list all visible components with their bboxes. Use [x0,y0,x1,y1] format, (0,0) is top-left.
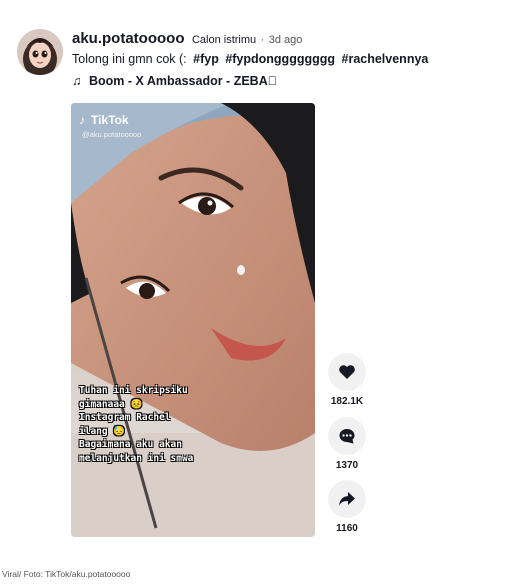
caption-text: Tolong ini gmn cok (: [72,52,187,66]
tiktok-note-icon: ♪ [79,113,85,127]
like-count: 182.1K [330,396,364,407]
hashtag-link[interactable]: #fypdongggggggg [225,52,335,66]
post-header: aku.potatooooo Calon istrimu · 3d ago [72,30,302,48]
photo-credit: Viral/ Foto: TikTok/aku.potatooooo [2,569,131,579]
overlay-line: Tuhan ini skripsiku [79,385,188,396]
tiktok-logo: ♪ TikTok [79,113,129,127]
overlay-line: Bagaimana aku akan [79,439,182,450]
comment-count: 1370 [335,460,359,471]
comment-action: 1370 [327,417,367,471]
username-link[interactable]: aku.potatooooo [72,30,185,47]
video-player[interactable]: ♪ TikTok @aku.potatooooo Tuhan ini skrips… [71,103,315,537]
video-overlay-text: Tuhan ini skripsiku gimanaaa 😣 Instagram… [79,384,254,465]
overlay-line: gimanaaa 😣 [79,398,143,410]
comment-button[interactable] [328,417,366,455]
music-note-icon: ♫ [72,74,82,88]
post-time: 3d ago [268,34,303,46]
separator-dot: · [260,34,265,46]
share-count: 1160 [336,523,358,534]
hashtag-link[interactable]: #fyp [193,52,219,66]
music-title: Boom - X Ambassador - ZEBA  [89,74,278,88]
avatar[interactable] [17,29,63,75]
nickname: Calon istrimu [191,34,257,46]
heart-icon [339,365,355,379]
share-button[interactable] [328,480,366,518]
tiktok-logo-text: TikTok [91,113,129,127]
video-frame [71,103,315,537]
video-watermark-handle: @aku.potatooooo [82,130,142,139]
post-caption: Tolong ini gmn cok (: #fyp #fypdongggggg… [72,52,428,66]
like-button[interactable] [328,353,366,391]
like-action: 182.1K [327,353,367,407]
overlay-line: ilang 😓 [79,425,126,437]
avatar-image [17,29,63,75]
hashtag-link[interactable]: #rachelvennya [342,52,429,66]
overlay-line: melanjutkan ini smwa [79,452,194,464]
music-link[interactable]: ♫ Boom - X Ambassador - ZEBA  [72,74,277,88]
share-action: 1160 [327,480,367,534]
share-icon [339,492,355,506]
comment-icon [339,429,355,444]
overlay-line: Instagram Rachel [79,412,171,423]
